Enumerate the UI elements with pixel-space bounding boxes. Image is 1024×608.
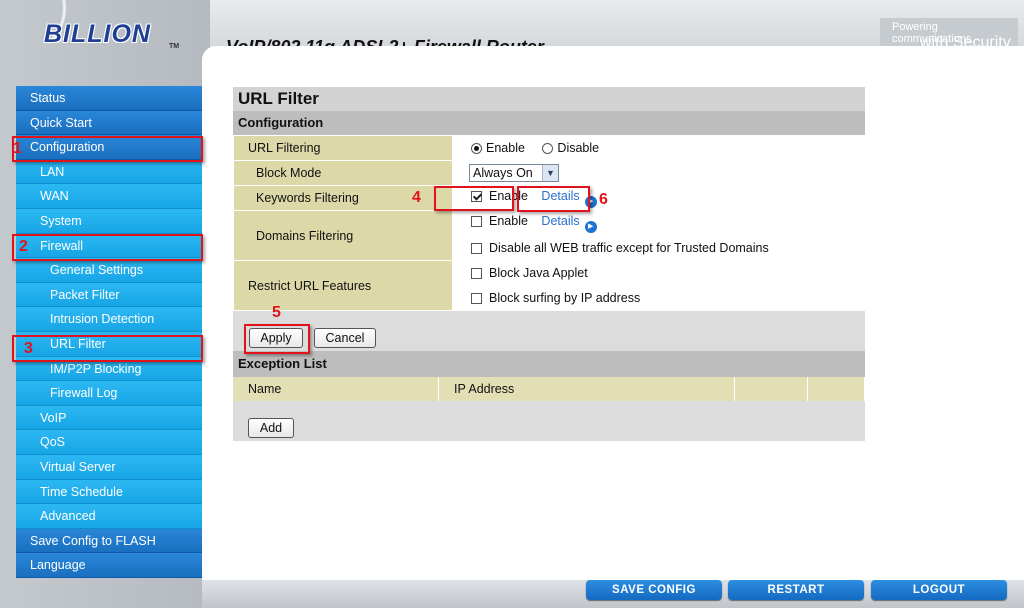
sidebar-item-time-schedule[interactable]: Time Schedule [16, 479, 202, 505]
sidebar-item-virtual-server[interactable]: Virtual Server [16, 454, 202, 480]
annotation-box-keywords-enable [434, 186, 514, 211]
column-header-ip-address: IP Address [438, 377, 735, 401]
annotation-box-details [517, 186, 590, 212]
billion-logo: BILLION [44, 20, 151, 48]
restrict-url-features-label: Restrict URL Features [233, 260, 453, 311]
page-title: URL Filter [233, 87, 865, 111]
domains-enable-checkbox[interactable] [471, 215, 482, 227]
logout-button[interactable]: LOGOUT [871, 580, 1007, 600]
annotation-number-4: 4 [412, 189, 421, 206]
sidebar-item-firewall-log[interactable]: Firewall Log [16, 381, 202, 406]
url-filtering-disable-radio[interactable] [542, 143, 554, 154]
sidebar-item-packet-filter[interactable]: Packet Filter [16, 282, 202, 308]
annotation-number-3: 3 [24, 340, 33, 357]
chevron-down-icon: ▼ [542, 165, 558, 181]
annotation-box-configuration [12, 136, 203, 162]
block-ip-surfing-checkbox[interactable] [471, 293, 482, 304]
sidebar-item-lan[interactable]: LAN [16, 159, 202, 185]
url-filter-form: URL Filter Configuration URL Filtering E… [233, 87, 865, 441]
column-header-blank-1 [734, 377, 808, 401]
exception-list-table: Name IP Address [233, 377, 865, 401]
sidebar-item-intrusion-detection[interactable]: Intrusion Detection [16, 307, 202, 332]
url-filtering-disable-label: Disable [557, 141, 600, 155]
sidebar-item-language[interactable]: Language [16, 553, 202, 578]
block-mode-label: Block Mode [233, 160, 453, 186]
annotation-box-apply [244, 324, 310, 354]
sidebar-item-voip[interactable]: VoIP [16, 405, 202, 431]
sidebar-item-wan[interactable]: WAN [16, 184, 202, 209]
domains-enable-label: Enable [489, 213, 528, 228]
url-filtering-enable-label: Enable [486, 141, 525, 155]
annotation-number-6: 6 [599, 191, 608, 208]
annotation-number-1: 1 [13, 140, 22, 157]
form-actions: Apply Cancel [233, 311, 865, 351]
sidebar-item-status[interactable]: Status [16, 86, 202, 111]
sidebar-item-quick-start[interactable]: Quick Start [16, 110, 202, 136]
exception-actions: Add [233, 401, 865, 441]
configuration-header: Configuration [233, 111, 865, 135]
trademark: TM [169, 43, 180, 50]
sidebar-item-save-config[interactable]: Save Config to FLASH [16, 528, 202, 554]
sidebar-item-system[interactable]: System [16, 208, 202, 234]
annotation-number-2: 2 [19, 238, 28, 255]
block-java-applet-label: Block Java Applet [489, 266, 588, 280]
annotation-box-firewall [12, 234, 203, 261]
annotation-number-5: 5 [272, 304, 281, 321]
domains-details-arrow-icon[interactable]: ▶ [584, 220, 597, 233]
sidebar-item-advanced[interactable]: Advanced [16, 504, 202, 529]
configuration-table: URL Filtering Enable Disable Block Mode … [233, 135, 865, 311]
sidebar-item-qos[interactable]: QoS [16, 430, 202, 455]
disable-all-web-label: Disable all WEB traffic except for Trust… [489, 241, 769, 255]
column-header-name: Name [233, 377, 439, 401]
save-config-button[interactable]: SAVE CONFIG [586, 580, 722, 600]
cancel-button[interactable]: Cancel [314, 328, 376, 348]
annotation-box-url-filter [12, 335, 203, 362]
block-mode-value: Always On [473, 166, 533, 180]
restart-button[interactable]: RESTART [728, 580, 864, 600]
url-filtering-enable-radio[interactable] [471, 143, 482, 154]
url-filtering-label: URL Filtering [233, 135, 453, 161]
block-mode-select[interactable]: Always On ▼ [469, 164, 559, 182]
block-ip-surfing-label: Block surfing by IP address [489, 291, 641, 305]
exception-list-header: Exception List [233, 351, 865, 377]
domains-filtering-label: Domains Filtering [233, 210, 453, 261]
block-java-applet-checkbox[interactable] [471, 268, 482, 279]
sidebar-item-general-settings[interactable]: General Settings [16, 258, 202, 283]
column-header-blank-2 [807, 377, 865, 401]
disable-all-web-checkbox[interactable] [471, 243, 482, 254]
add-button[interactable]: Add [248, 418, 294, 438]
domains-details-link[interactable]: Details [541, 214, 579, 228]
